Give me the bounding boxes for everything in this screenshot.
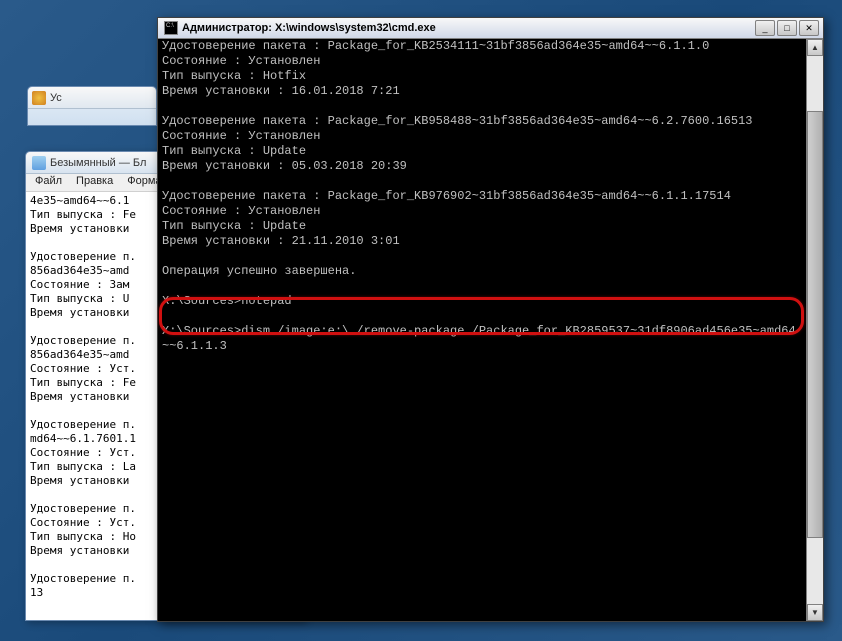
cmd-title: Администратор: X:\windows\system32\cmd.e… <box>182 22 755 34</box>
background-window: Ус <box>27 86 157 126</box>
scroll-track[interactable] <box>807 56 823 604</box>
close-button[interactable]: ✕ <box>799 20 819 36</box>
cmd-titlebar[interactable]: Администратор: X:\windows\system32\cmd.e… <box>158 18 823 39</box>
minimize-button[interactable]: _ <box>755 20 775 36</box>
scroll-down-button[interactable]: ▼ <box>807 604 823 621</box>
maximize-button[interactable]: □ <box>777 20 797 36</box>
menu-file[interactable]: Файл <box>28 174 69 191</box>
menu-edit[interactable]: Правка <box>69 174 120 191</box>
scroll-thumb[interactable] <box>807 111 823 538</box>
scroll-up-button[interactable]: ▲ <box>807 39 823 56</box>
background-title: Ус <box>50 92 62 104</box>
notepad-icon <box>32 156 46 170</box>
cmd-window[interactable]: Администратор: X:\windows\system32\cmd.e… <box>157 17 824 622</box>
cmd-body: Удостоверение пакета : Package_for_KB253… <box>158 39 823 621</box>
window-controls: _ □ ✕ <box>755 20 819 36</box>
shield-icon <box>32 91 46 105</box>
notepad-title: Безымянный — Бл <box>50 157 146 169</box>
background-titlebar: Ус <box>28 87 156 109</box>
cmd-icon <box>164 21 178 35</box>
cmd-scrollbar[interactable]: ▲ ▼ <box>806 39 823 621</box>
cmd-output[interactable]: Удостоверение пакета : Package_for_KB253… <box>158 39 806 621</box>
